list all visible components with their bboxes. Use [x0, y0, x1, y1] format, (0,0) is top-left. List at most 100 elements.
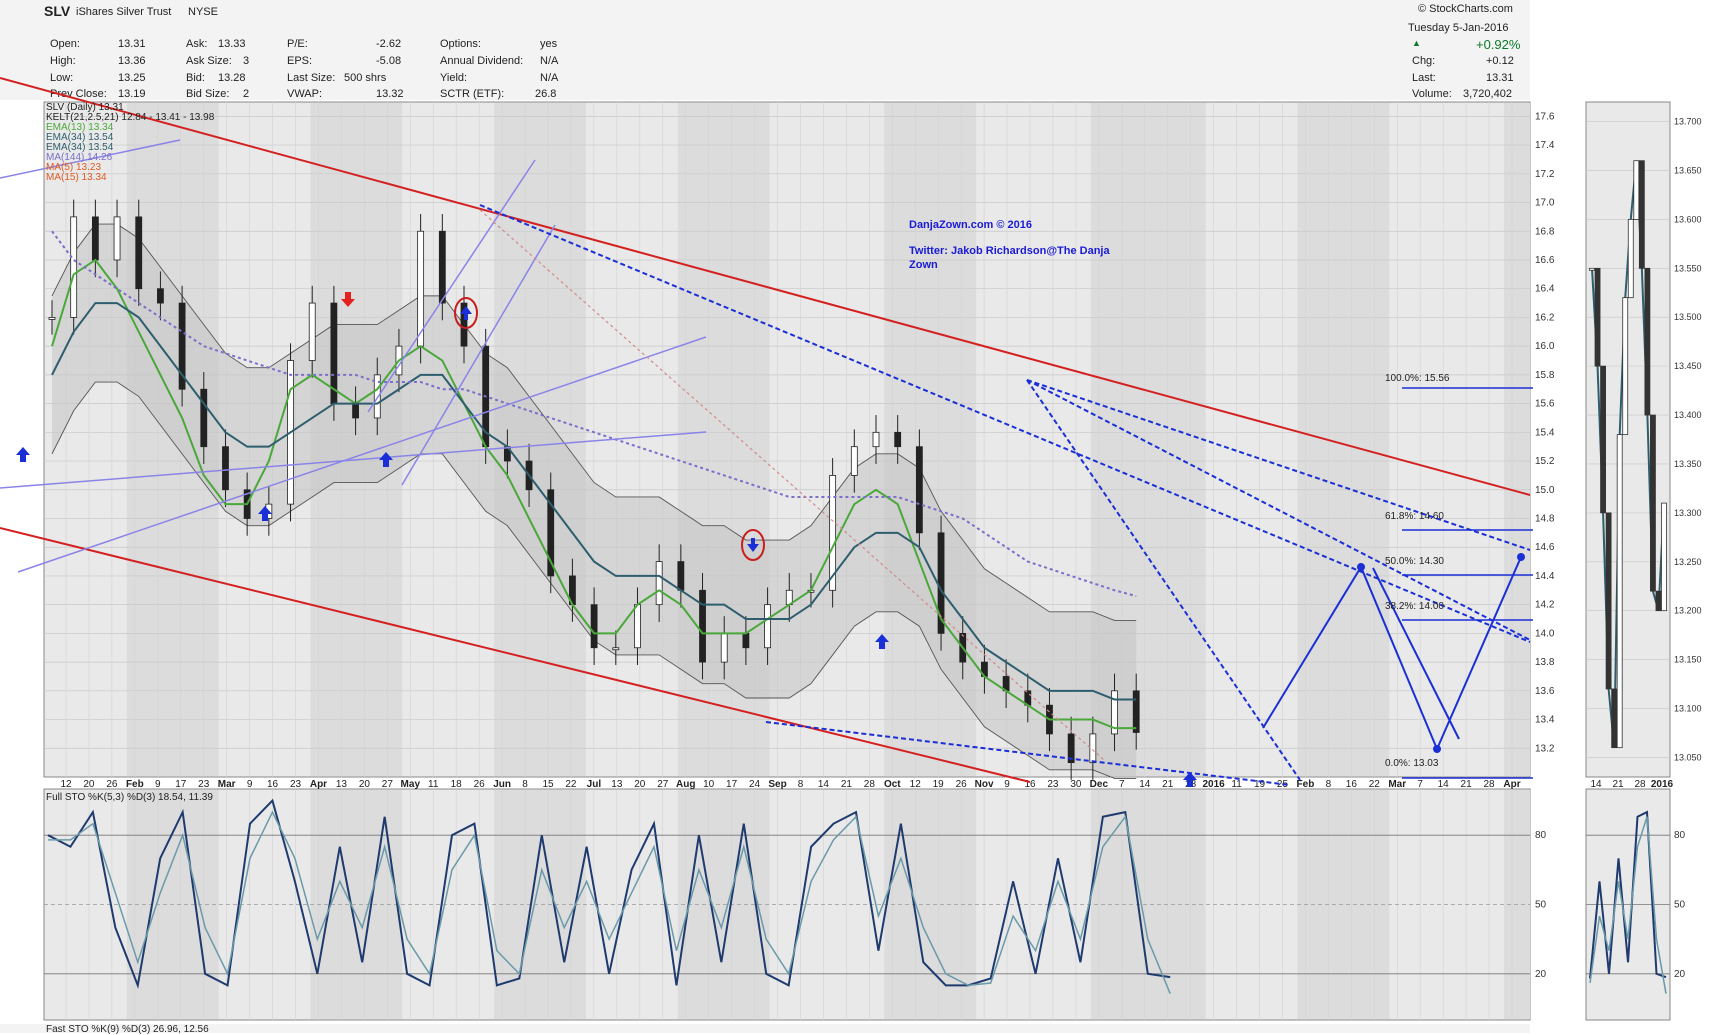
fast-sto-label: Fast STO %K(9) %D(3) 26.96, 12.56 [46, 1024, 209, 1035]
candle-body [135, 216, 143, 290]
y-tick-label: 13.200 [1674, 606, 1702, 616]
fib-label: 0.0%: 13.03 [1385, 758, 1439, 769]
candle-body [1633, 160, 1640, 220]
x-tick-label: 28 [1634, 779, 1646, 790]
y-tick-label: 15.8 [1535, 370, 1555, 381]
y-tick-label: 15.2 [1535, 456, 1555, 467]
y-tick-label: 13.6 [1535, 686, 1555, 697]
candle-body [200, 388, 208, 448]
x-tick-label: 20 [634, 779, 646, 790]
x-tick-label: 23 [1047, 779, 1059, 790]
y-tick-label: 16.4 [1535, 284, 1555, 295]
arrowhead-icon [1433, 745, 1441, 753]
candle-body [70, 216, 78, 318]
x-tick-label: 16 [267, 779, 279, 790]
x-tick-label: Oct [884, 779, 901, 790]
fast-sto-strip [0, 1024, 1530, 1033]
y-tick-label: 13.400 [1674, 410, 1702, 420]
candle-body [1622, 297, 1629, 436]
y-tick-label: 13.700 [1674, 117, 1702, 127]
candle-body [352, 403, 359, 419]
x-tick-label: 7 [1417, 779, 1423, 790]
x-tick-label: 11 [428, 779, 439, 790]
y-tick-label: 13.8 [1535, 657, 1555, 668]
candle-body [1594, 267, 1601, 367]
candle-body [894, 431, 902, 448]
candle-body [1616, 434, 1623, 749]
fib-label: 61.8%: 14.60 [1385, 511, 1444, 522]
candle-body [1644, 267, 1651, 416]
x-tick-label: 21 [1162, 779, 1174, 790]
y-tick-label: 13.450 [1674, 361, 1702, 371]
x-tick-label: 14 [818, 779, 830, 790]
sto-tick-label: 50 [1535, 900, 1547, 911]
x-tick-label: 9 [1004, 779, 1010, 790]
x-tick-label: 13 [336, 779, 348, 790]
candle-body [677, 561, 685, 591]
x-tick-label: 26 [474, 779, 486, 790]
candle-body [1661, 502, 1667, 612]
candle-body [157, 288, 164, 304]
y-tick-label: 13.300 [1674, 508, 1702, 518]
sto-tick-label: 80 [1674, 830, 1686, 841]
x-tick-label: 22 [565, 779, 577, 790]
x-tick-label: Feb [126, 779, 144, 790]
x-tick-label: 18 [451, 779, 463, 790]
y-tick-label: 13.4 [1535, 715, 1555, 726]
y-tick-label: 13.150 [1674, 655, 1702, 665]
x-tick-label: 14 [1139, 779, 1151, 790]
x-tick-label: 21 [1461, 779, 1473, 790]
x-tick-label: 27 [657, 779, 669, 790]
candle-body [655, 561, 663, 606]
arrowhead-icon [1357, 563, 1365, 571]
x-tick-label: Sep [768, 779, 786, 790]
y-tick-label: 14.6 [1535, 542, 1555, 553]
x-tick-label: 23 [198, 779, 210, 790]
x-tick-label: 8 [522, 779, 528, 790]
y-tick-label: 13.550 [1674, 263, 1702, 273]
fib-label: 50.0%: 14.30 [1385, 556, 1444, 567]
y-tick-label: 13.600 [1674, 214, 1702, 224]
candle-body [438, 230, 446, 304]
x-tick-label: 2016 [1651, 779, 1674, 790]
candle-body [1627, 218, 1634, 299]
x-tick-label: 20 [83, 779, 95, 790]
candle-body [764, 604, 771, 649]
x-tick-label: 28 [864, 779, 876, 790]
x-tick-label: 12 [910, 779, 922, 790]
x-tick-label: 9 [247, 779, 253, 790]
x-tick-label: Apr [1503, 779, 1520, 790]
y-tick-label: 13.650 [1674, 165, 1702, 175]
y-tick-label: 16.0 [1535, 341, 1555, 352]
y-tick-label: 13.350 [1674, 459, 1702, 469]
x-tick-label: 26 [956, 779, 968, 790]
y-tick-label: 14.8 [1535, 513, 1555, 524]
fib-label: 38.2%: 14.00 [1385, 601, 1444, 612]
candle-body [590, 604, 598, 649]
candle-body [1605, 512, 1612, 690]
candle-body [222, 446, 229, 491]
sto-tick-label: 20 [1535, 969, 1547, 980]
candle-body [1600, 365, 1606, 514]
x-tick-label: 7 [1119, 779, 1125, 790]
x-tick-label: 28 [1483, 779, 1495, 790]
x-tick-label: Feb [1297, 779, 1315, 790]
x-tick-label: 8 [1326, 779, 1332, 790]
x-tick-label: Mar [1388, 779, 1406, 790]
x-tick-label: 12 [60, 779, 72, 790]
x-tick-label: 9 [155, 779, 161, 790]
y-tick-label: 13.500 [1674, 312, 1702, 322]
candle-body [850, 446, 858, 476]
y-tick-label: 16.2 [1535, 312, 1555, 323]
candle-body [634, 604, 641, 649]
candle-body [699, 589, 706, 663]
x-tick-label: Jun [493, 779, 511, 790]
candle-body [872, 431, 880, 448]
arrowhead-icon [1517, 553, 1525, 561]
legend-item: MA(15) 13.34 [46, 172, 107, 183]
x-tick-label: Mar [218, 779, 236, 790]
watermark-line: Twitter: Jakob Richardson@The Danja [909, 245, 1110, 257]
sto-tick-label: 20 [1674, 969, 1686, 980]
x-tick-label: Apr [310, 779, 327, 790]
y-tick-label: 15.0 [1535, 485, 1555, 496]
